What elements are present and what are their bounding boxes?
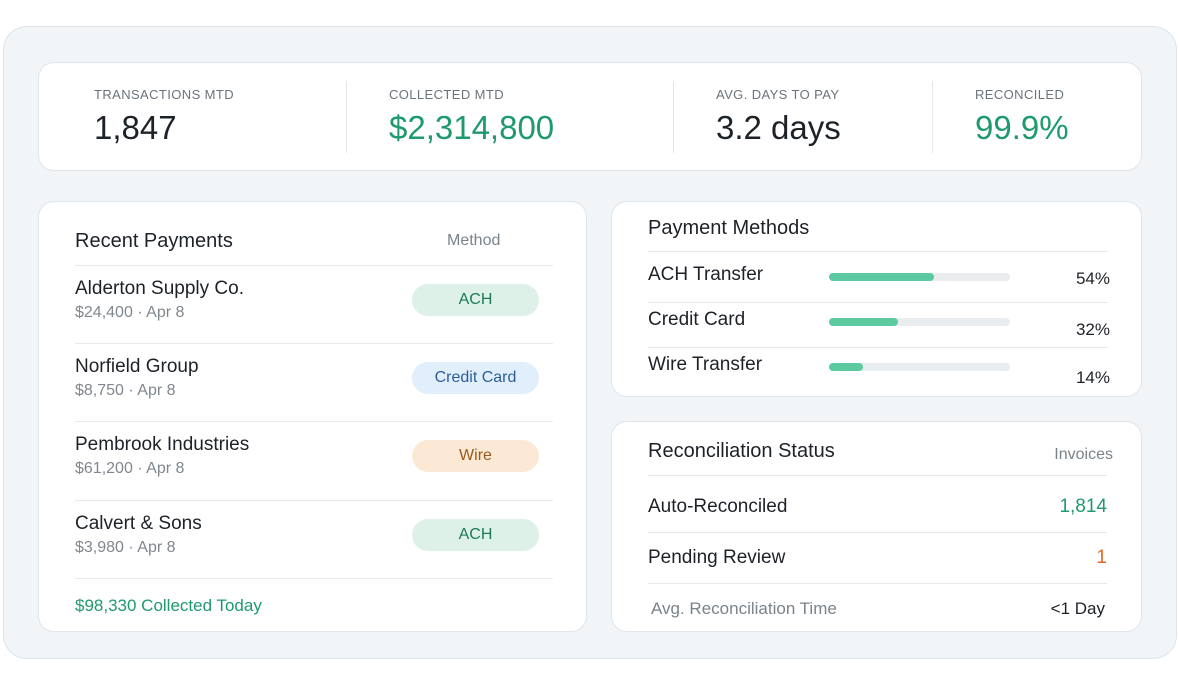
list-item[interactable]: Norfield Group $8,750 · Apr 8 Credit Car… (75, 343, 553, 421)
kpi-label: COLLECTED MTD (389, 87, 504, 102)
payment-meta: $8,750 · Apr 8 (75, 382, 176, 399)
recon-label: Auto-Reconciled (648, 496, 788, 517)
card-title: Recent Payments (75, 230, 233, 252)
payer-name: Norfield Group (75, 356, 199, 377)
method-label: Credit Card (648, 309, 746, 330)
kpi-value: 3.2 days (716, 109, 841, 146)
list-item[interactable]: Pembrook Industries $61,200 · Apr 8 Wire (75, 421, 553, 499)
kpi-value: 99.9% (975, 109, 1069, 146)
share-bar (829, 273, 1010, 281)
kpi-value: $2,314,800 (389, 109, 555, 146)
kpi-label: RECONCILED (975, 87, 1065, 102)
share-bar-fill (829, 273, 934, 281)
kpi-divider (673, 81, 674, 153)
recon-count: 1 (1096, 547, 1107, 568)
divider (648, 251, 1108, 252)
method-row-credit-card: Credit Card 32% (648, 302, 1110, 347)
recon-row-auto-reconciled: Auto-Reconciled 1,814 (648, 482, 1107, 532)
payer-name: Pembrook Industries (75, 434, 250, 455)
recon-count: 1,814 (1059, 496, 1107, 517)
method-row-wire: Wire Transfer 14% (648, 347, 1110, 392)
collected-today-total: $98,330 Collected Today (75, 596, 262, 615)
method-row-ach: ACH Transfer 54% (648, 257, 1110, 302)
column-header-invoices: Invoices (1054, 446, 1113, 463)
reconciliation-status-card: Reconciliation Status Invoices Auto-Reco… (611, 421, 1142, 632)
method-badge: Credit Card (412, 362, 539, 394)
payment-meta: $3,980 · Apr 8 (75, 539, 176, 556)
kpi-value: 1,847 (94, 109, 177, 146)
payer-name: Alderton Supply Co. (75, 278, 244, 299)
divider (75, 578, 553, 579)
avg-reconciliation-time-value: <1 Day (1050, 599, 1105, 618)
divider (648, 583, 1107, 584)
payment-meta: $61,200 · Apr 8 (75, 460, 185, 477)
method-label: ACH Transfer (648, 264, 764, 285)
payment-meta: $24,400 · Apr 8 (75, 304, 185, 321)
method-badge: ACH (412, 284, 539, 316)
share-bar (829, 318, 1010, 326)
kpi-divider (932, 81, 933, 153)
kpi-label: TRANSACTIONS MTD (94, 87, 235, 102)
share-bar-fill (829, 363, 864, 371)
recon-row-pending-review: Pending Review 1 (648, 533, 1107, 583)
divider (648, 475, 1107, 476)
method-percent: 14% (1075, 368, 1110, 387)
avg-reconciliation-time-label: Avg. Reconciliation Time (651, 599, 837, 618)
method-badge: ACH (412, 519, 539, 551)
column-header-method: Method (447, 232, 501, 249)
kpi-divider (346, 81, 347, 153)
recon-label: Pending Review (648, 547, 786, 568)
method-label: Wire Transfer (648, 354, 763, 375)
card-title: Reconciliation Status (648, 440, 835, 462)
list-item[interactable]: Alderton Supply Co. $24,400 · Apr 8 ACH (75, 265, 553, 343)
payment-methods-card: Payment Methods ACH Transfer 54% Credit … (611, 201, 1142, 397)
list-item[interactable]: Calvert & Sons $3,980 · Apr 8 ACH (75, 500, 553, 578)
card-title: Payment Methods (648, 217, 810, 239)
recent-payments-card: Recent Payments Method Alderton Supply C… (38, 201, 587, 632)
payer-name: Calvert & Sons (75, 513, 202, 534)
method-percent: 54% (1075, 269, 1110, 288)
share-bar (829, 363, 1010, 371)
method-percent: 32% (1075, 320, 1110, 339)
share-bar-fill (829, 318, 898, 326)
method-badge: Wire (412, 440, 539, 472)
kpi-label: AVG. DAYS TO PAY (716, 87, 840, 102)
kpi-strip: TRANSACTIONS MTD 1,847 COLLECTED MTD $2,… (38, 62, 1142, 171)
